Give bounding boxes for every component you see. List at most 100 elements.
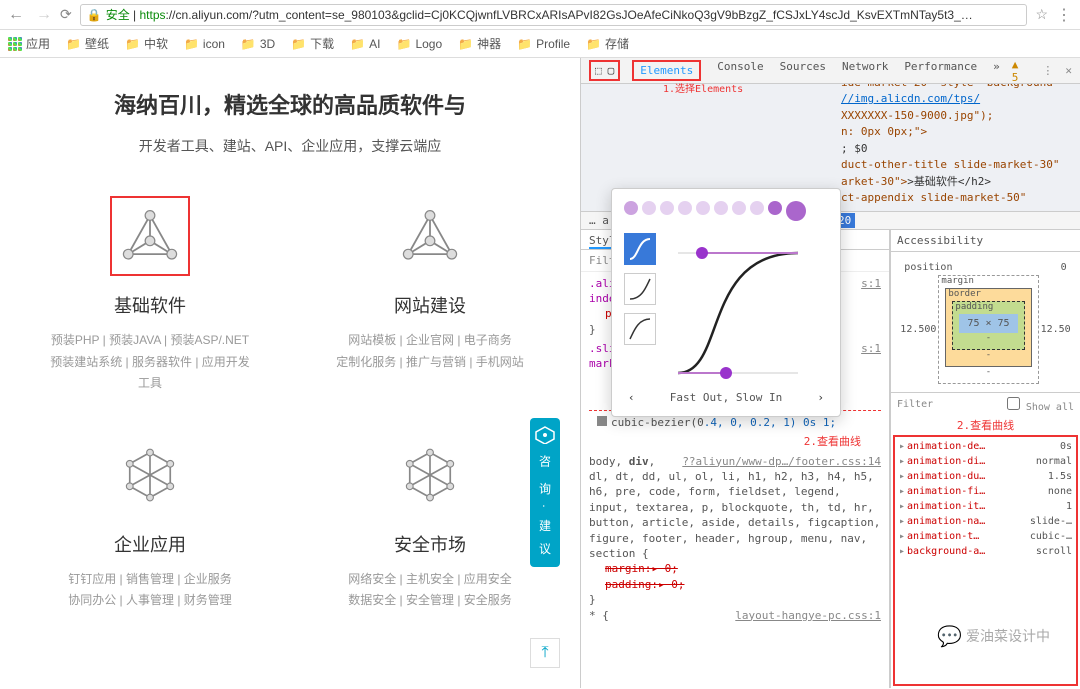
secure-badge: 🔒 安全 <box>87 6 130 23</box>
tabs-more[interactable]: » <box>993 60 1000 81</box>
element-line: ide-market-20" style="background- <box>841 84 1072 91</box>
bezier-editor[interactable]: ‹ Fast Out, Slow In › <box>611 188 841 417</box>
computed-row[interactable]: ▸animation-di…normal <box>899 454 1072 469</box>
computed-row[interactable]: ▸animation-de…0s <box>899 439 1072 454</box>
bezier-preset-in[interactable] <box>624 273 656 305</box>
product-name: 基础软件 <box>50 292 250 318</box>
annotation-1: 1.选择Elements <box>663 80 743 95</box>
product-name: 企业应用 <box>50 531 250 557</box>
url-scheme: https <box>140 8 166 22</box>
url-text: ://cn.aliyun.com/?utm_content=se_980103&… <box>166 8 973 22</box>
feedback-button[interactable]: 咨 询 · 建 议 <box>530 418 560 567</box>
bezier-preview-dots <box>624 201 828 221</box>
element-line: //img.alicdn.com/tps/ <box>841 91 1072 108</box>
computed-row[interactable]: ▸animation-na…slide-… <box>899 514 1072 529</box>
reload-button[interactable]: ⟳ <box>60 6 72 23</box>
nav-arrows: ← → <box>8 6 52 24</box>
bezier-nav: ‹ Fast Out, Slow In › <box>624 391 828 404</box>
bookmark-folder[interactable]: 📁AI <box>350 37 380 51</box>
folder-icon: 📁 <box>396 37 411 51</box>
bookmark-folder[interactable]: 📁壁纸 <box>66 35 109 52</box>
back-button[interactable]: ← <box>8 6 24 24</box>
bookmark-folder[interactable]: 📁Profile <box>517 37 570 51</box>
tab-sources[interactable]: Sources <box>780 60 826 81</box>
bookmark-folder[interactable]: 📁3D <box>241 37 275 51</box>
computed-properties[interactable]: ▸animation-de…0s ▸animation-di…normal ▸a… <box>893 435 1078 687</box>
folder-icon: 📁 <box>241 37 256 51</box>
product-tags: 预装PHP | 预装JAVA | 预装ASP/.NET 预装建站系统 | 服务器… <box>50 330 250 395</box>
inspect-icon: ⬚ <box>595 64 602 77</box>
show-all-checkbox[interactable]: Show all <box>1007 397 1074 413</box>
devtools-panel: ⬚ ▢ Elements Console Sources Network Per… <box>580 58 1080 688</box>
browser-toolbar: ← → ⟳ 🔒 安全 | https://cn.aliyun.com/?utm_… <box>0 0 1080 30</box>
tab-performance[interactable]: Performance <box>904 60 977 81</box>
computed-row[interactable]: ▸animation-it…1 <box>899 499 1072 514</box>
wechat-icon: 💬 <box>937 624 962 648</box>
bezier-name: Fast Out, Slow In <box>670 391 783 404</box>
filter-input[interactable]: Filter <box>897 399 933 410</box>
product-name: 安全市场 <box>330 531 530 557</box>
bezier-preset-out[interactable] <box>624 313 656 345</box>
folder-icon: 📁 <box>586 37 601 51</box>
element-line: n: 0px 0px;"> <box>841 124 1072 141</box>
bookmark-folder[interactable]: 📁中软 <box>125 35 168 52</box>
product-card[interactable]: 企业应用 钉钉应用 | 销售管理 | 企业服务 协同办公 | 人事管理 | 财务… <box>50 435 250 612</box>
devtools-tabs: Elements Console Sources Network Perform… <box>632 60 1000 81</box>
bezier-preset-ease[interactable] <box>624 233 656 265</box>
url-bar[interactable]: 🔒 安全 | https://cn.aliyun.com/?utm_conten… <box>80 4 1028 26</box>
folder-icon: 📁 <box>517 37 532 51</box>
apps-label: 应用 <box>26 35 50 52</box>
page-title: 海纳百川，精选全球的高品质软件与 <box>40 88 540 120</box>
bezier-swatch-icon[interactable] <box>597 416 607 426</box>
computed-tabs: Accessibility <box>891 230 1080 252</box>
computed-row[interactable]: ▸animation-t…cubic-… <box>899 529 1072 544</box>
folder-icon: 📁 <box>458 37 473 51</box>
product-card[interactable]: 安全市场 网络安全 | 主机安全 | 应用安全 数据安全 | 安全管理 | 安全… <box>330 435 530 612</box>
forward-button[interactable]: → <box>36 6 52 24</box>
element-line: XXXXXXX-150-9000.jpg"); <box>841 108 1072 125</box>
page-subtitle: 开发者工具、建站、API、企业应用，支撑云端应 <box>40 136 540 156</box>
element-line: ; $0 <box>841 141 1072 158</box>
element-line: ct-appendix slide-market-50" <box>841 190 1072 207</box>
product-card[interactable]: 网站建设 网站模板 | 企业官网 | 电子商务 定制化服务 | 推广与营销 | … <box>330 196 530 395</box>
bookmark-bar: 应用 📁壁纸 📁中软 📁icon 📁3D 📁下载 📁AI 📁Logo 📁神器 📁… <box>0 30 1080 58</box>
product-tags: 网站模板 | 企业官网 | 电子商务 定制化服务 | 推广与营销 | 手机网站 <box>330 330 530 373</box>
browser-menu-icon[interactable]: ⋮ <box>1056 5 1072 25</box>
bookmark-folder[interactable]: 📁存储 <box>586 35 629 52</box>
annotation-2: 2.查看曲线 <box>589 434 881 449</box>
apps-button[interactable]: 应用 <box>8 35 50 52</box>
watermark: 💬 爱油菜设计中 <box>937 624 1050 648</box>
folder-icon: 📁 <box>66 37 81 51</box>
box-model[interactable]: position 0 12.500 margin border padding … <box>900 260 1070 384</box>
bookmark-star-icon[interactable]: ☆ <box>1035 6 1048 23</box>
bookmark-folder[interactable]: 📁下载 <box>291 35 334 52</box>
devtools-menu-icon[interactable]: ⋮ <box>1042 64 1053 77</box>
box-model-content: 75 × 75 <box>959 314 1017 333</box>
bezier-prev-icon[interactable]: ‹ <box>628 391 635 404</box>
tab-network[interactable]: Network <box>842 60 888 81</box>
computed-panel: Accessibility position 0 12.500 margin b… <box>890 230 1080 689</box>
product-card[interactable]: 基础软件 预装PHP | 预装JAVA | 预装ASP/.NET 预装建站系统 … <box>50 196 250 395</box>
folder-icon: 📁 <box>184 37 199 51</box>
computed-row[interactable]: ▸animation-du…1.5s <box>899 469 1072 484</box>
bezier-curve-canvas[interactable] <box>668 233 808 383</box>
computed-row[interactable]: ▸background-a…scroll <box>899 544 1072 559</box>
bookmark-folder[interactable]: 📁icon <box>184 37 225 51</box>
scroll-top-button[interactable]: ⤒ <box>530 638 560 668</box>
tab-accessibility[interactable]: Accessibility <box>897 234 983 247</box>
element-line: duct-other-title slide-market-30" <box>841 157 1072 174</box>
warning-count[interactable]: ▲ 5 <box>1012 58 1031 84</box>
bookmark-folder[interactable]: 📁神器 <box>458 35 501 52</box>
arrow-up-icon: ⤒ <box>541 644 548 662</box>
product-name: 网站建设 <box>330 292 530 318</box>
bezier-next-icon[interactable]: › <box>817 391 824 404</box>
tab-console[interactable]: Console <box>717 60 763 81</box>
bookmark-folder[interactable]: 📁Logo <box>396 37 442 51</box>
element-picker[interactable]: ⬚ ▢ <box>589 60 620 81</box>
device-icon: ▢ <box>608 64 615 77</box>
devtools-close-icon[interactable]: ✕ <box>1065 64 1072 77</box>
tab-elements[interactable]: Elements <box>632 60 701 81</box>
computed-row[interactable]: ▸animation-fi…none <box>899 484 1072 499</box>
folder-icon: 📁 <box>125 37 140 51</box>
devtools-header: ⬚ ▢ Elements Console Sources Network Per… <box>581 58 1080 84</box>
